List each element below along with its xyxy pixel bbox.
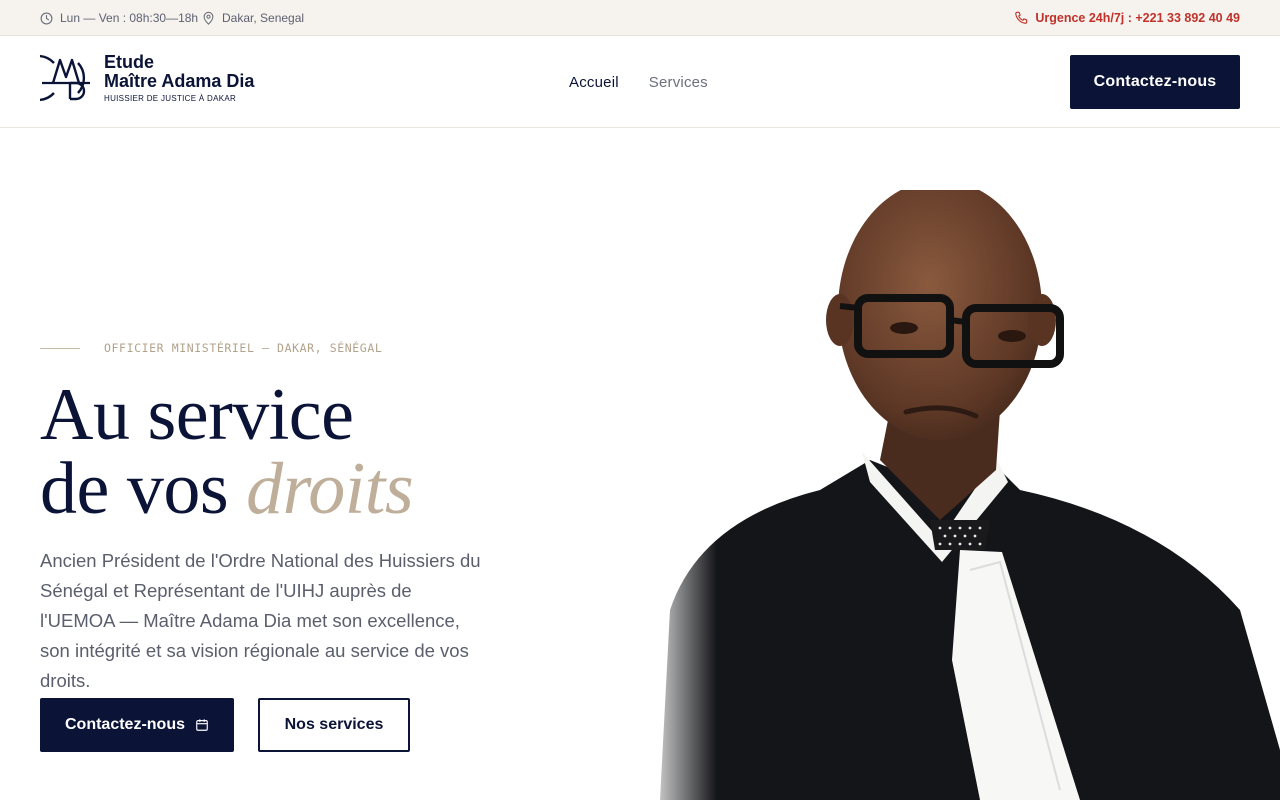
- nav-item-services[interactable]: Services: [649, 74, 708, 91]
- hero-eyebrow: OFFICIER MINISTÉRIEL — DAKAR, SÉNÉGAL: [40, 341, 382, 355]
- hero-title: Au service de vos droits: [40, 378, 414, 526]
- brand-line-1: Etude: [104, 52, 155, 72]
- brand-logo[interactable]: Etude Maître Adama Dia HUISSIER DE JUSTI…: [40, 53, 254, 103]
- header-contact-button[interactable]: Contactez-nous: [1070, 55, 1240, 109]
- opening-hours: Lun — Ven : 08h:30—18h: [40, 0, 198, 36]
- hero-contact-button[interactable]: Contactez-nous: [40, 698, 234, 752]
- top-info-bar: Lun — Ven : 08h:30—18h Dakar, Senegal Ur…: [0, 0, 1280, 36]
- calendar-icon: [196, 719, 208, 731]
- nav-item-accueil[interactable]: Accueil: [569, 74, 619, 91]
- monogram-logo-icon: [40, 54, 90, 102]
- hero-services-button[interactable]: Nos services: [258, 698, 410, 752]
- urgent-phone-text: Urgence 24h/7j : +221 33 892 40 49: [1035, 11, 1240, 25]
- hero-lead: Ancien Président de l'Ordre National des…: [40, 550, 481, 691]
- opening-hours-text: Lun — Ven : 08h:30—18h: [60, 11, 199, 25]
- eyebrow-divider: [40, 347, 80, 349]
- office-location: Dakar, Senegal: [202, 0, 304, 36]
- brand-tagline: HUISSIER DE JUSTICE À DAKAR: [104, 94, 237, 103]
- hero-title-line-2: de vos: [40, 448, 229, 530]
- clock-icon: [40, 12, 53, 24]
- site-header: Etude Maître Adama Dia HUISSIER DE JUSTI…: [0, 36, 1280, 128]
- map-pin-icon: [203, 11, 214, 25]
- urgent-phone-link[interactable]: Urgence 24h/7j : +221 33 892 40 49: [1014, 0, 1240, 36]
- phone-icon: [1015, 11, 1028, 24]
- hero-title-accent: droits: [246, 448, 414, 530]
- main-nav: Accueil Services: [569, 36, 708, 128]
- eyebrow-text: OFFICIER MINISTÉRIEL — DAKAR, SÉNÉGAL: [104, 341, 383, 355]
- hero-contact-label: Contactez-nous: [65, 716, 185, 733]
- hero-title-line-1: Au service: [40, 374, 354, 456]
- portrait-image: [640, 190, 1280, 800]
- brand-line-2: Maître Adama Dia: [104, 71, 255, 91]
- office-location-text: Dakar, Senegal: [222, 11, 305, 25]
